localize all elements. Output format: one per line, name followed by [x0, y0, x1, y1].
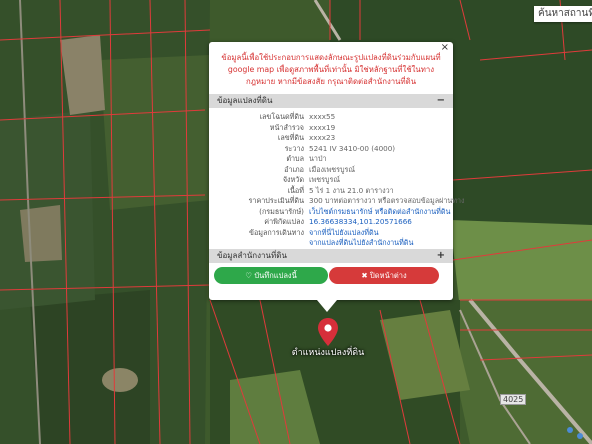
detail-row: ค่าพิกัดแปลง 16.36638334,101.20571666 [209, 217, 453, 228]
treasury-website-link[interactable]: เว็บไซต์กรมธนารักษ์ หรือติดต่อสำนักงานที… [309, 207, 450, 218]
directions-to-parcel-link[interactable]: จากที่นี่ไปยังแปลงที่ดิน [309, 228, 379, 239]
detail-row: เนื้อที่ 5 ไร่ 1 งาน 21.0 ตารางวา [209, 186, 453, 197]
directions-to-office-link[interactable]: จากแปลงที่ดินไปยังสำนักงานที่ดิน [309, 238, 413, 249]
row-label: ค่าพิกัดแปลง [264, 217, 304, 226]
detail-row: (กรมธนารักษ์) เว็บไซต์กรมธนารักษ์ หรือติด… [209, 207, 453, 218]
detail-row: อำเภอ เมืองเพชรบูรณ์ [209, 165, 453, 176]
save-parcel-button[interactable]: ♡ บันทึกแปลงนี้ [214, 267, 328, 284]
row-label: จังหวัด [282, 175, 304, 184]
row-value: xxxx55 [309, 112, 336, 121]
row-value: นาป่า [309, 154, 327, 163]
detail-row: ตำบล นาป่า [209, 154, 453, 165]
detail-row: จังหวัด เพชรบูรณ์ [209, 175, 453, 186]
row-label: ตำบล [286, 154, 304, 163]
section-title: ข้อมูลแปลงที่ดิน [217, 96, 273, 105]
disclaimer-text: ข้อมูลนี้เพื่อใช้ประกอบการแสดงลักษณะรูปแ… [221, 53, 441, 86]
detail-row: ระวาง 5241 IV 3410-00 (4000) [209, 144, 453, 155]
section-title: ข้อมูลสำนักงานที่ดิน [217, 251, 287, 260]
detail-row: เลขที่ดิน xxxx23 [209, 133, 453, 144]
search-box[interactable]: ค้นหาสถานที่สำคัญ [534, 6, 592, 22]
expand-icon[interactable]: + [437, 249, 445, 263]
row-label: เลขที่ดิน [277, 133, 304, 142]
row-value: 300 บาทต่อตารางวา หรือตรวจสอบข้อมูลผ่านท… [309, 196, 465, 205]
row-value: xxxx23 [309, 133, 336, 142]
collapse-icon[interactable]: − [437, 94, 445, 108]
detail-row: จากแปลงที่ดินไปยังสำนักงานที่ดิน [209, 238, 453, 249]
row-value: เพชรบูรณ์ [309, 175, 341, 184]
row-value: เมืองเพชรบูรณ์ [309, 164, 356, 174]
row-label: ข้อมูลการเดินทาง [249, 227, 304, 237]
road-number-label: 4025 [500, 394, 527, 405]
row-label: (กรมธนารักษ์) [259, 206, 304, 216]
section-header-office[interactable]: ข้อมูลสำนักงานที่ดิน + [209, 249, 453, 263]
section-header-parcel[interactable]: ข้อมูลแปลงที่ดิน − [209, 94, 453, 108]
detail-row: ข้อมูลการเดินทาง จากที่นี่ไปยังแปลงที่ดิน [209, 228, 453, 239]
row-label: ราคาประเมินที่ดิน [248, 196, 304, 205]
row-label: ระวาง [284, 143, 304, 153]
parcel-info-popup: × ข้อมูลนี้เพื่อใช้ประกอบการแสดงลักษณะรู… [209, 42, 465, 312]
popup-close-icon[interactable]: × [441, 42, 449, 53]
detail-row: เลขโฉนดที่ดิน xxxx55 [209, 112, 453, 123]
popup-pointer [317, 300, 337, 312]
row-value: 5 ไร่ 1 งาน 21.0 ตารางวา [309, 185, 394, 195]
row-label: เนื้อที่ [287, 185, 304, 195]
parcel-details: เลขโฉนดที่ดิน xxxx55 หน้าสำรวจ xxxx19 เลขท… [209, 112, 465, 249]
row-label: อำเภอ [284, 164, 304, 174]
detail-row: ราคาประเมินที่ดิน 300 บาทต่อตารางวา หรือต… [209, 196, 465, 207]
row-label: หน้าสำรวจ [269, 122, 304, 132]
row-value: 5241 IV 3410-00 (4000) [309, 143, 396, 153]
row-value: xxxx19 [309, 122, 336, 132]
coordinates-link[interactable]: 16.36638334,101.20571666 [309, 217, 412, 228]
row-label: เลขโฉนดที่ดิน [259, 112, 304, 121]
detail-row: หน้าสำรวจ xxxx19 [209, 123, 453, 134]
pin-label: ตำแหน่งแปลงที่ดิน [291, 348, 365, 358]
close-window-button[interactable]: ✖ ปิดหน้าต่าง [329, 267, 439, 284]
